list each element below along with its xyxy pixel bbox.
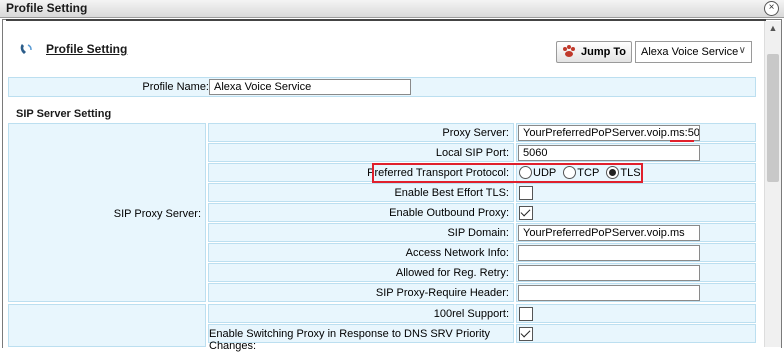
sip-domain-label: SIP Domain: bbox=[447, 227, 509, 239]
transport-highlight-box bbox=[372, 163, 643, 183]
access-network-info-label: Access Network Info: bbox=[405, 247, 509, 259]
proxy-server-label-cell: Proxy Server: bbox=[208, 123, 514, 142]
outbound-proxy-checkbox[interactable] bbox=[519, 206, 533, 220]
paw-icon bbox=[563, 45, 575, 57]
outbound-proxy-label-cell: Enable Outbound Proxy: bbox=[208, 203, 514, 222]
chevron-down-icon: ∨ bbox=[738, 45, 746, 56]
proxy-require-header-cell bbox=[516, 283, 756, 302]
access-network-info-cell bbox=[516, 243, 756, 262]
proxy-require-header-label-cell: SIP Proxy-Require Header: bbox=[208, 283, 514, 302]
proxy-server-host: YourPreferredPoPServer.voip.ms: bbox=[523, 127, 688, 139]
rel100-support-checkbox[interactable] bbox=[519, 307, 533, 321]
sip-domain-label-cell: SIP Domain: bbox=[208, 223, 514, 242]
allowed-reg-retry-cell bbox=[516, 263, 756, 282]
page-title: Profile Setting bbox=[46, 42, 128, 56]
best-effort-tls-label: Enable Best Effort TLS: bbox=[394, 187, 509, 199]
best-effort-tls-checkbox[interactable] bbox=[519, 186, 533, 200]
local-sip-port-cell: 5060 bbox=[516, 143, 756, 162]
sip-domain-cell: YourPreferredPoPServer.voip.ms bbox=[516, 223, 756, 242]
profile-select-value: Alexa Voice Service bbox=[641, 46, 739, 58]
port-highlight-underline bbox=[670, 140, 694, 142]
switching-proxy-cell bbox=[516, 324, 756, 343]
local-sip-port-label: Local SIP Port: bbox=[435, 147, 509, 159]
proxy-require-header-label: SIP Proxy-Require Header: bbox=[375, 287, 509, 299]
proxy-server-input[interactable]: YourPreferredPoPServer.voip.ms:5061 bbox=[518, 125, 700, 141]
phone-settings-icon bbox=[20, 44, 32, 54]
allowed-reg-retry-input[interactable] bbox=[518, 265, 700, 281]
switching-proxy-label: Enable Switching Proxy in Response to DN… bbox=[209, 328, 491, 352]
switching-proxy-label-cell: Enable Switching Proxy in Response to DN… bbox=[208, 324, 514, 352]
local-sip-port-input[interactable]: 5060 bbox=[518, 145, 700, 161]
advanced-group bbox=[8, 304, 206, 347]
profile-name-row: Profile Name: Alexa Voice Service bbox=[8, 77, 756, 97]
section-title: SIP Server Setting bbox=[16, 108, 112, 120]
vertical-scrollbar[interactable]: ▲ bbox=[764, 21, 781, 347]
sip-domain-input[interactable]: YourPreferredPoPServer.voip.ms bbox=[518, 225, 700, 241]
scroll-up-icon[interactable]: ▲ bbox=[765, 23, 781, 33]
scrollbar-thumb[interactable] bbox=[767, 54, 779, 182]
proxy-server-label: Proxy Server: bbox=[442, 127, 509, 139]
profile-select[interactable]: Alexa Voice Service ∨ bbox=[635, 41, 752, 63]
sip-proxy-server-label: SIP Proxy Server: bbox=[113, 208, 201, 220]
frame-shadow bbox=[6, 19, 766, 21]
sip-proxy-server-group: SIP Proxy Server: bbox=[8, 123, 206, 302]
profile-name-input[interactable]: Alexa Voice Service bbox=[209, 79, 411, 95]
rel100-support-cell bbox=[516, 304, 756, 323]
proxy-server-cell: YourPreferredPoPServer.voip.ms:5061 bbox=[516, 123, 756, 142]
rel100-support-label: 100rel Support: bbox=[433, 308, 509, 320]
local-sip-port-label-cell: Local SIP Port: bbox=[208, 143, 514, 162]
allowed-reg-retry-label-cell: Allowed for Reg. Retry: bbox=[208, 263, 514, 282]
close-circle-icon[interactable]: × bbox=[764, 1, 779, 16]
switching-proxy-checkbox[interactable] bbox=[519, 327, 533, 341]
outbound-proxy-label: Enable Outbound Proxy: bbox=[389, 207, 509, 219]
sip-settings-table: SIP Proxy Server: Proxy Server: YourPref… bbox=[8, 123, 756, 352]
jump-to-label: Jump To bbox=[581, 46, 627, 58]
jump-to-button[interactable]: Jump To bbox=[556, 41, 632, 63]
access-network-info-label-cell: Access Network Info: bbox=[208, 243, 514, 262]
best-effort-tls-label-cell: Enable Best Effort TLS: bbox=[208, 183, 514, 202]
profile-name-label: Profile Name: bbox=[142, 81, 209, 93]
rel100-support-label-cell: 100rel Support: bbox=[208, 304, 514, 323]
proxy-server-port: 5061 bbox=[687, 127, 700, 139]
window-titlebar: Profile Setting × bbox=[0, 0, 784, 18]
proxy-require-header-input[interactable] bbox=[518, 285, 700, 301]
access-network-info-input[interactable] bbox=[518, 245, 700, 261]
window-title: Profile Setting bbox=[6, 1, 88, 15]
best-effort-tls-cell bbox=[516, 183, 756, 202]
allowed-reg-retry-label: Allowed for Reg. Retry: bbox=[395, 267, 509, 279]
outbound-proxy-cell bbox=[516, 203, 756, 222]
